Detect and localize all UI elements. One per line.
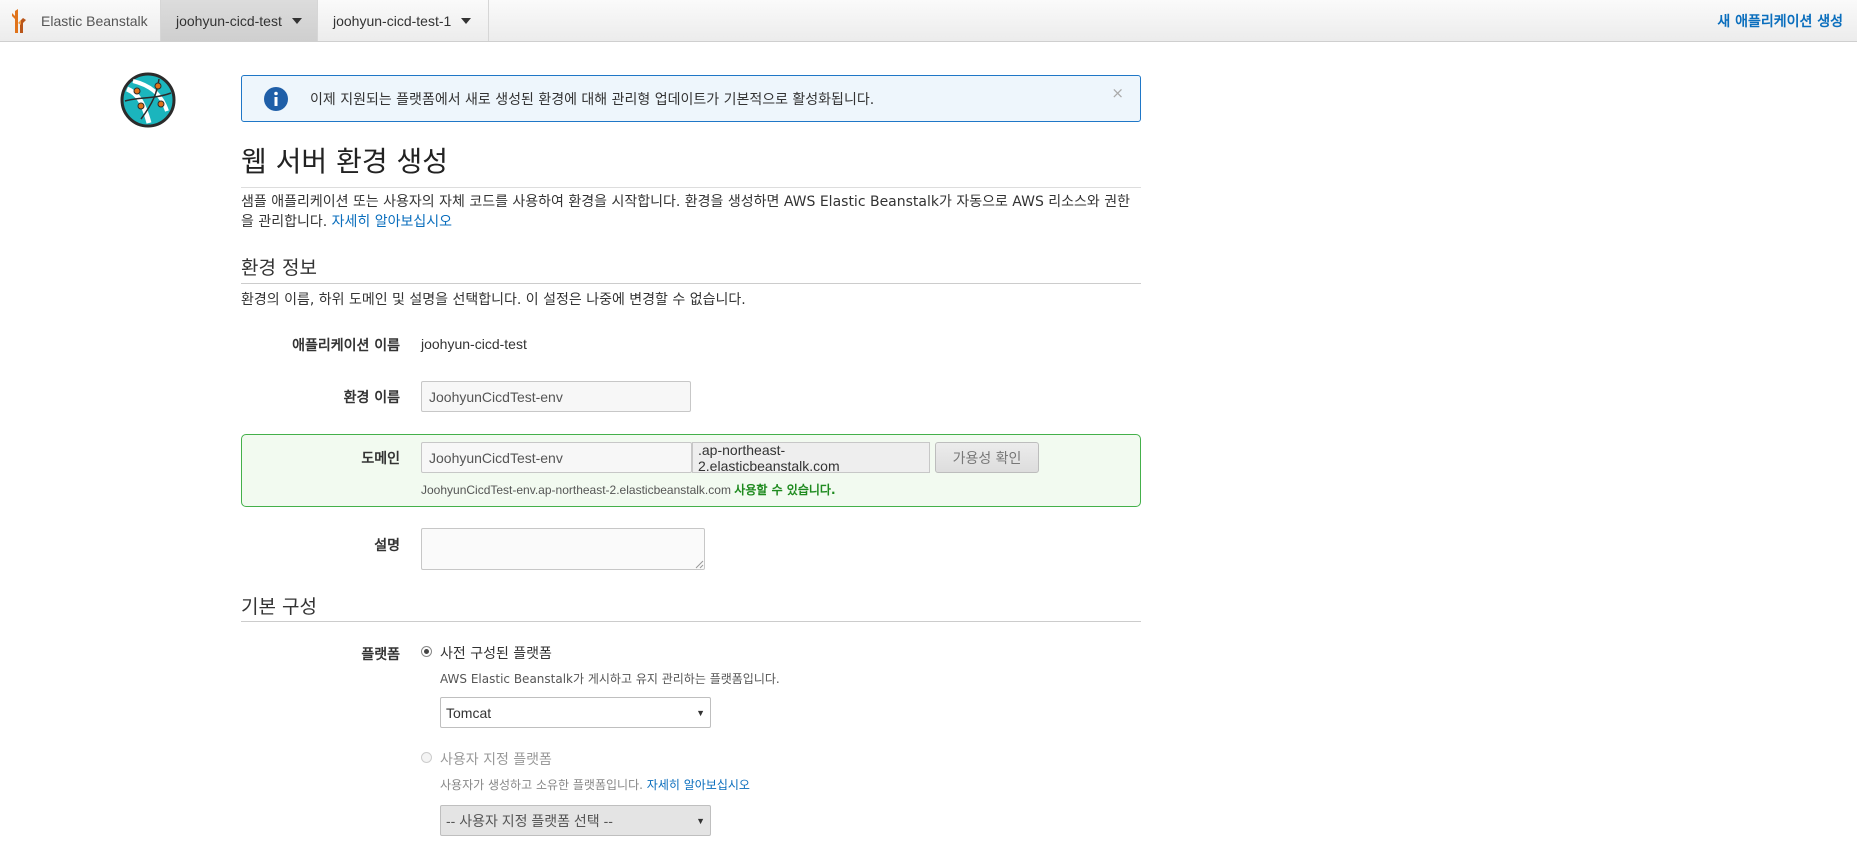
section-title-env-info: 환경 정보: [241, 257, 317, 279]
domain-available-status: 사용할 수 있습니다.: [734, 483, 836, 497]
tab-app-joohyun-cicd-test[interactable]: joohyun-cicd-test: [160, 0, 318, 41]
custom-learn-more-link[interactable]: 자세히 알아보십시오: [647, 778, 750, 792]
custom-platform-radio[interactable]: [421, 752, 432, 763]
divider: [241, 187, 1141, 188]
elastic-beanstalk-logo-icon: [12, 9, 26, 33]
learn-more-link[interactable]: 자세히 알아보십시오: [332, 214, 452, 230]
dropdown-arrow-icon: ▼: [696, 815, 705, 826]
info-alert: 이제 지원되는 플랫폼에서 새로 생성된 환경에 대해 관리형 업데이트가 기본…: [241, 75, 1141, 122]
preconfigured-platform-label[interactable]: 사전 구성된 플랫폼: [440, 643, 552, 663]
description-label: 설명: [374, 538, 400, 554]
domain-availability-note: JoohyunCicdTest-env.ap-northeast-2.elast…: [421, 481, 836, 498]
info-icon: [264, 86, 288, 111]
preconfigured-platform-desc: AWS Elastic Beanstalk가 게시하고 유지 관리하는 플랫폼입…: [440, 672, 780, 686]
platform-select[interactable]: Tomcat ▼: [440, 697, 711, 728]
divider: [241, 283, 1141, 284]
page-title: 웹 서버 환경 생성: [241, 145, 449, 178]
chevron-down-icon: [291, 17, 302, 24]
alert-message: 이제 지원되는 플랫폼에서 새로 생성된 환경에 대해 관리형 업데이트가 기본…: [310, 91, 875, 108]
env-name-label: 환경 이름: [343, 390, 400, 406]
tab-app-joohyun-cicd-test-1[interactable]: joohyun-cicd-test-1: [318, 0, 489, 41]
page-intro: 샘플 애플리케이션 또는 사용자의 자체 코드를 사용하여 환경을 시작합니다.…: [241, 192, 1141, 232]
env-name-input[interactable]: JoohyunCicdTest-env: [421, 381, 691, 412]
app-name-label: 애플리케이션 이름: [292, 338, 400, 354]
app-name-value: joohyun-cicd-test: [421, 336, 527, 352]
check-availability-button[interactable]: 가용성 확인: [935, 442, 1039, 473]
custom-platform-desc: 사용자가 생성하고 소유한 플랫폼입니다. 자세히 알아보십시오: [440, 776, 750, 793]
platform-label: 플랫폼: [361, 647, 400, 663]
close-icon[interactable]: ×: [1111, 84, 1124, 102]
brand[interactable]: Elastic Beanstalk: [9, 0, 148, 42]
domain-full: JoohyunCicdTest-env.ap-northeast-2.elast…: [421, 483, 731, 497]
domain-suffix: .ap-northeast-2.elasticbeanstalk.com: [692, 442, 930, 474]
domain-input[interactable]: JoohyunCicdTest-env: [421, 442, 692, 473]
create-new-application-link[interactable]: 새 애플리케이션 생성: [1717, 0, 1843, 42]
section-desc: 환경의 이름, 하위 도메인 및 설명을 선택합니다. 이 설정은 나중에 변경…: [241, 292, 746, 308]
chevron-down-icon: [461, 17, 472, 24]
domain-label: 도메인: [361, 451, 400, 467]
custom-platform-select[interactable]: -- 사용자 지정 플랫폼 선택 -- ▼: [440, 805, 711, 836]
dropdown-arrow-icon: ▼: [696, 707, 705, 718]
web-server-globe-icon: [120, 72, 176, 128]
tab-label: joohyun-cicd-test-1: [333, 12, 452, 29]
custom-platform-selected-value: -- 사용자 지정 플랫폼 선택 --: [446, 812, 613, 829]
brand-label: Elastic Beanstalk: [41, 13, 148, 29]
description-textarea[interactable]: [421, 528, 705, 570]
platform-selected-value: Tomcat: [446, 704, 492, 721]
divider: [241, 621, 1141, 622]
section-title-base-config: 기본 구성: [241, 596, 317, 618]
resize-handle-icon[interactable]: [695, 560, 704, 569]
custom-platform-desc-text: 사용자가 생성하고 소유한 플랫폼입니다.: [440, 778, 643, 792]
preconfigured-platform-radio[interactable]: [421, 646, 432, 657]
tab-label: joohyun-cicd-test: [176, 12, 282, 29]
top-nav-bar: Elastic Beanstalk joohyun-cicd-test jooh…: [0, 0, 1857, 42]
custom-platform-label[interactable]: 사용자 지정 플랫폼: [440, 749, 552, 769]
